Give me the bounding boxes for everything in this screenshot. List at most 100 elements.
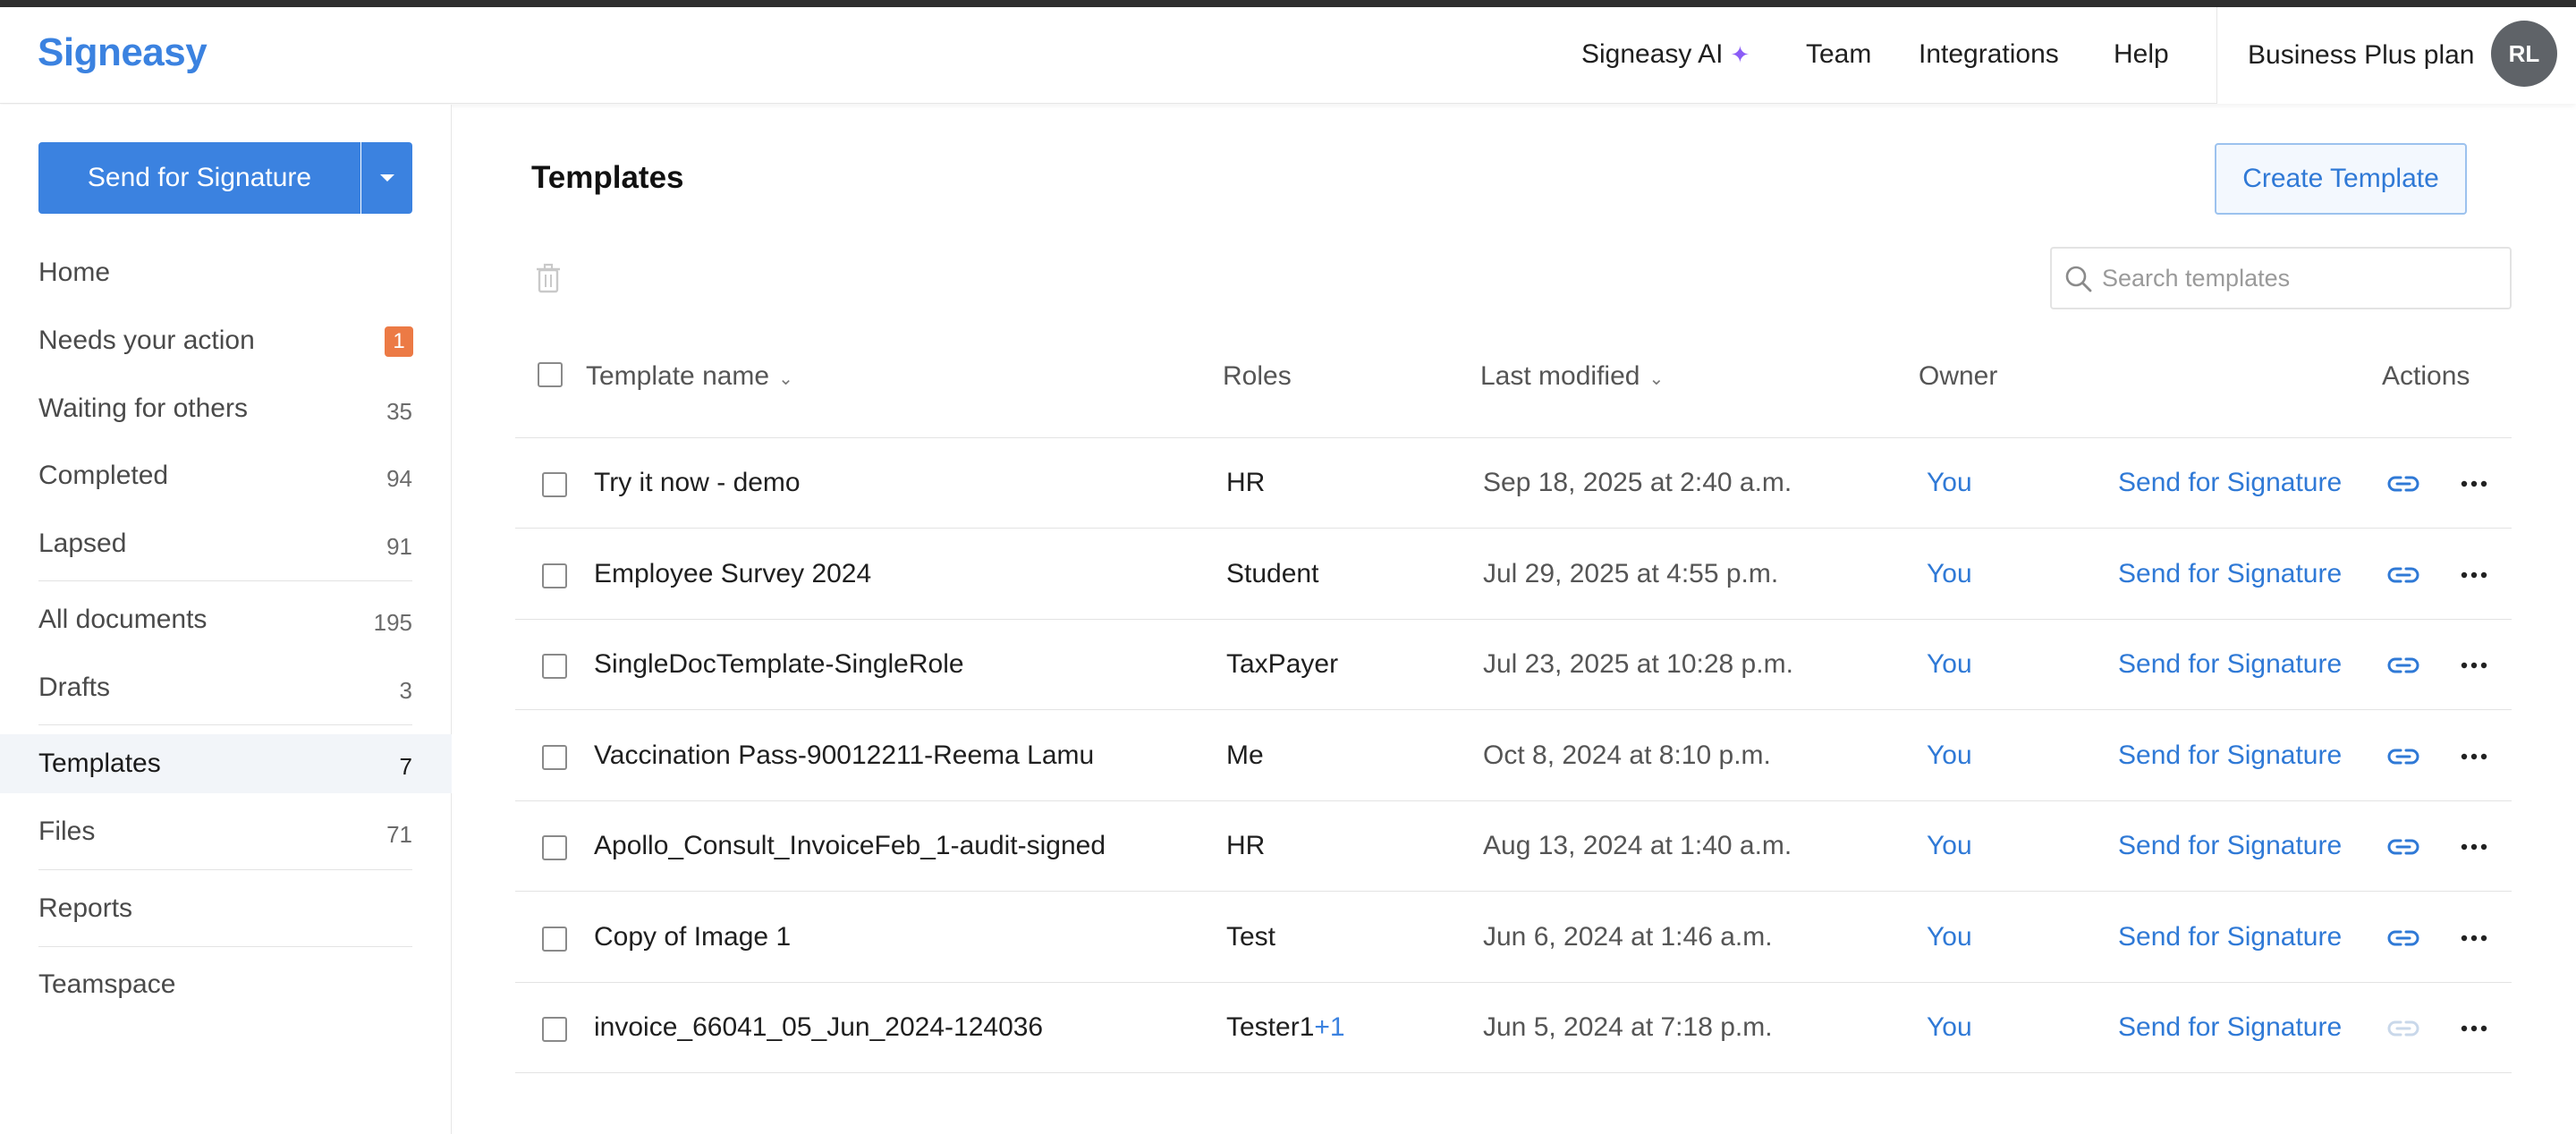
send-for-signature-link[interactable]: Send for Signature [2118, 468, 2342, 498]
trash-icon[interactable] [536, 263, 561, 293]
row-checkbox[interactable] [542, 835, 567, 860]
chevron-down-icon [379, 174, 394, 182]
table-row[interactable]: invoice_66041_05_Jun_2024-124036 Tester1+… [515, 983, 2512, 1073]
template-name[interactable]: Apollo_Consult_InvoiceFeb_1-audit-signed [594, 831, 1106, 861]
select-all-checkbox[interactable] [538, 362, 563, 387]
send-options-dropdown-button[interactable] [361, 142, 412, 214]
app-header: Signeasy Signeasy AI ✦ Team Integrations … [0, 7, 2576, 104]
link-icon[interactable] [2387, 563, 2419, 588]
table-row[interactable]: Employee Survey 2024 Student Jul 29, 2025 … [515, 529, 2512, 620]
sidebar-item-count: 91 [386, 533, 412, 560]
template-name[interactable]: Employee Survey 2024 [594, 559, 871, 589]
link-icon[interactable] [2387, 926, 2419, 951]
template-name[interactable]: invoice_66041_05_Jun_2024-124036 [594, 1012, 1043, 1043]
more-options-icon[interactable] [2461, 753, 2487, 760]
template-name[interactable]: Vaccination Pass-90012211-Reema Lamu [594, 740, 1094, 771]
link-icon[interactable] [2387, 653, 2419, 678]
link-icon[interactable] [2387, 1016, 2419, 1041]
send-for-signature-link[interactable]: Send for Signature [2118, 649, 2342, 680]
send-for-signature-link[interactable]: Send for Signature [2118, 1012, 2342, 1043]
chevron-down-icon: ⌄ [1648, 369, 1665, 389]
table-row[interactable]: Apollo_Consult_InvoiceFeb_1-audit-signed… [515, 801, 2512, 892]
last-modified: Jun 5, 2024 at 7:18 p.m. [1483, 1012, 1773, 1042]
sidebar-item-needs-your-action[interactable]: Needs your action 1 [0, 311, 452, 370]
sidebar-item-home[interactable]: Home [0, 243, 452, 302]
link-icon[interactable] [2387, 471, 2419, 496]
more-options-icon[interactable] [2461, 935, 2487, 942]
role-label: Test [1226, 921, 1276, 952]
nav-help[interactable]: Help [2114, 39, 2169, 70]
send-for-signature-link[interactable]: Send for Signature [2118, 740, 2342, 771]
row-checkbox[interactable] [542, 563, 567, 588]
more-options-icon[interactable] [2461, 843, 2487, 850]
row-checkbox[interactable] [542, 926, 567, 952]
sidebar-item-label: Templates [38, 749, 161, 778]
last-modified: Jul 29, 2025 at 4:55 p.m. [1483, 558, 1779, 588]
sidebar-item-teamspace[interactable]: Teamspace [0, 955, 452, 1014]
sidebar-item-reports[interactable]: Reports [0, 879, 452, 938]
sidebar-divider [38, 946, 412, 947]
row-checkbox[interactable] [542, 654, 567, 679]
column-header-template-name[interactable]: Template name ⌄ [586, 361, 793, 392]
sidebar-item-label: Completed [38, 461, 169, 490]
sidebar-item-files[interactable]: Files 71 [0, 802, 452, 861]
count-badge: 1 [385, 326, 413, 357]
sidebar-item-label: Home [38, 258, 111, 287]
role-label: TaxPayer [1226, 649, 1339, 679]
more-options-icon[interactable] [2461, 480, 2487, 487]
more-options-icon[interactable] [2461, 1025, 2487, 1032]
last-modified: Sep 18, 2025 at 2:40 a.m. [1483, 468, 1792, 497]
sidebar-item-completed[interactable]: Completed 94 [0, 446, 452, 505]
owner: You [1927, 831, 1972, 860]
sidebar-item-templates[interactable]: Templates 7 [0, 734, 452, 793]
table-row[interactable]: SingleDocTemplate-SingleRole TaxPayer Jul … [515, 620, 2512, 710]
send-for-signature-button[interactable]: Send for Signature [38, 142, 360, 214]
send-for-signature-link[interactable]: Send for Signature [2118, 922, 2342, 952]
owner: You [1927, 558, 1972, 588]
last-modified: Jul 23, 2025 at 10:28 p.m. [1483, 649, 1793, 679]
sidebar-item-waiting-for-others[interactable]: Waiting for others 35 [0, 379, 452, 438]
column-header-last-modified[interactable]: Last modified ⌄ [1480, 361, 1664, 392]
sidebar-item-label: Files [38, 817, 96, 846]
create-template-button[interactable]: Create Template [2215, 143, 2467, 215]
link-icon[interactable] [2387, 744, 2419, 769]
sidebar-item-count: 71 [386, 821, 412, 848]
sidebar-divider [38, 580, 412, 581]
row-checkbox[interactable] [542, 744, 567, 770]
row-checkbox[interactable] [542, 1017, 567, 1042]
role-label: Me [1226, 740, 1264, 770]
sidebar-item-label: Teamspace [38, 969, 176, 999]
send-for-signature-link[interactable]: Send for Signature [2118, 831, 2342, 861]
sidebar-item-label: Needs your action [38, 326, 255, 355]
nav-signeasy-ai[interactable]: Signeasy AI ✦ [1581, 39, 1750, 70]
template-name[interactable]: Copy of Image 1 [594, 922, 791, 952]
sidebar-divider [38, 724, 412, 725]
plan-label[interactable]: Business Plus plan [2248, 40, 2474, 71]
owner: You [1927, 468, 1972, 497]
table-row[interactable]: Copy of Image 1 Test Jun 6, 2024 at 1:46 a… [515, 893, 2512, 983]
more-roles-count[interactable]: +1 [1314, 1012, 1344, 1042]
last-modified: Aug 13, 2024 at 1:40 a.m. [1483, 831, 1792, 860]
column-header-owner: Owner [1919, 361, 1998, 391]
more-options-icon[interactable] [2461, 662, 2487, 669]
sidebar-item-lapsed[interactable]: Lapsed 91 [0, 514, 452, 573]
sidebar-item-all-documents[interactable]: All documents 195 [0, 590, 452, 649]
template-role: Tester1+1 [1226, 1012, 1345, 1043]
more-options-icon[interactable] [2461, 571, 2487, 579]
table-row[interactable]: Try it now - demo HR Sep 18, 2025 at 2:40 … [515, 438, 2512, 529]
nav-team[interactable]: Team [1806, 39, 1871, 70]
search-input[interactable] [2102, 259, 2496, 297]
template-name[interactable]: Try it now - demo [594, 468, 801, 498]
template-name[interactable]: SingleDocTemplate-SingleRole [594, 649, 964, 680]
link-icon[interactable] [2387, 834, 2419, 859]
logo[interactable]: Signeasy [38, 30, 208, 75]
nav-integrations[interactable]: Integrations [1919, 39, 2059, 70]
row-checkbox[interactable] [542, 472, 567, 497]
table-row[interactable]: Vaccination Pass-90012211-Reema Lamu Me Oc… [515, 711, 2512, 801]
avatar[interactable]: RL [2491, 21, 2557, 87]
sidebar: Send for Signature Home Needs your actio… [0, 105, 452, 1134]
send-for-signature-link[interactable]: Send for Signature [2118, 559, 2342, 589]
last-modified: Oct 8, 2024 at 8:10 p.m. [1483, 740, 1771, 770]
owner: You [1927, 1012, 1972, 1042]
sidebar-item-drafts[interactable]: Drafts 3 [0, 658, 452, 717]
